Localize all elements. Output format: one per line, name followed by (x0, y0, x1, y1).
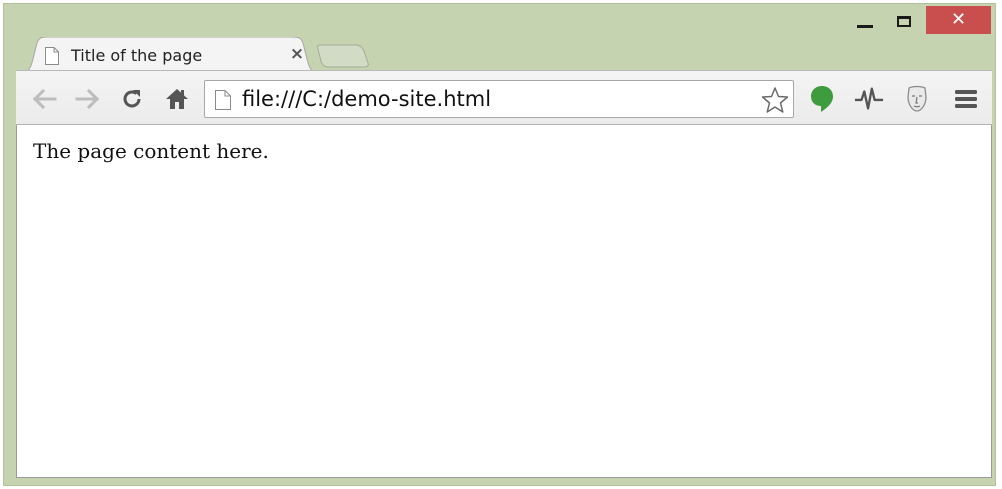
page-content-area: The page content here. (16, 125, 992, 478)
url-text[interactable]: file:///C:/demo-site.html (242, 87, 491, 111)
new-tab-button[interactable] (316, 43, 372, 69)
address-bar[interactable]: file:///C:/demo-site.html (204, 80, 794, 118)
page-icon (214, 89, 232, 115)
home-button[interactable] (162, 85, 192, 113)
minimize-button[interactable] (850, 7, 880, 35)
maximize-icon (897, 15, 911, 27)
forward-icon (75, 88, 100, 110)
pulse-icon (854, 87, 884, 110)
bookmark-star-icon[interactable] (761, 86, 789, 118)
home-icon (166, 89, 188, 109)
close-window-button[interactable]: ✕ (926, 6, 991, 34)
browser-window: ✕ Title of the page × file:///C:/demo-si… (3, 3, 996, 486)
close-icon: ✕ (950, 9, 967, 30)
back-icon (32, 88, 57, 110)
mask-icon (907, 85, 927, 112)
new-tab-icon (317, 44, 369, 68)
back-button[interactable] (29, 85, 59, 113)
menu-icon (955, 90, 977, 108)
page-icon (44, 46, 60, 70)
maximize-button[interactable] (889, 7, 919, 35)
tab-close-button[interactable]: × (287, 44, 307, 64)
toolbar: file:///C:/demo-site.html (16, 70, 992, 125)
forward-button[interactable] (73, 85, 103, 113)
reload-icon (123, 90, 141, 108)
hangouts-icon (811, 86, 833, 112)
menu-button[interactable] (951, 85, 981, 113)
mask-extension-button[interactable] (902, 85, 932, 113)
pulse-extension-button[interactable] (854, 85, 884, 113)
minimize-icon (857, 24, 873, 28)
page-content-text: The page content here. (33, 139, 269, 163)
reload-button[interactable] (117, 85, 147, 113)
hangouts-extension-button[interactable] (807, 85, 837, 113)
tab-title: Title of the page (71, 46, 203, 65)
tab-active[interactable]: Title of the page × (21, 37, 319, 73)
